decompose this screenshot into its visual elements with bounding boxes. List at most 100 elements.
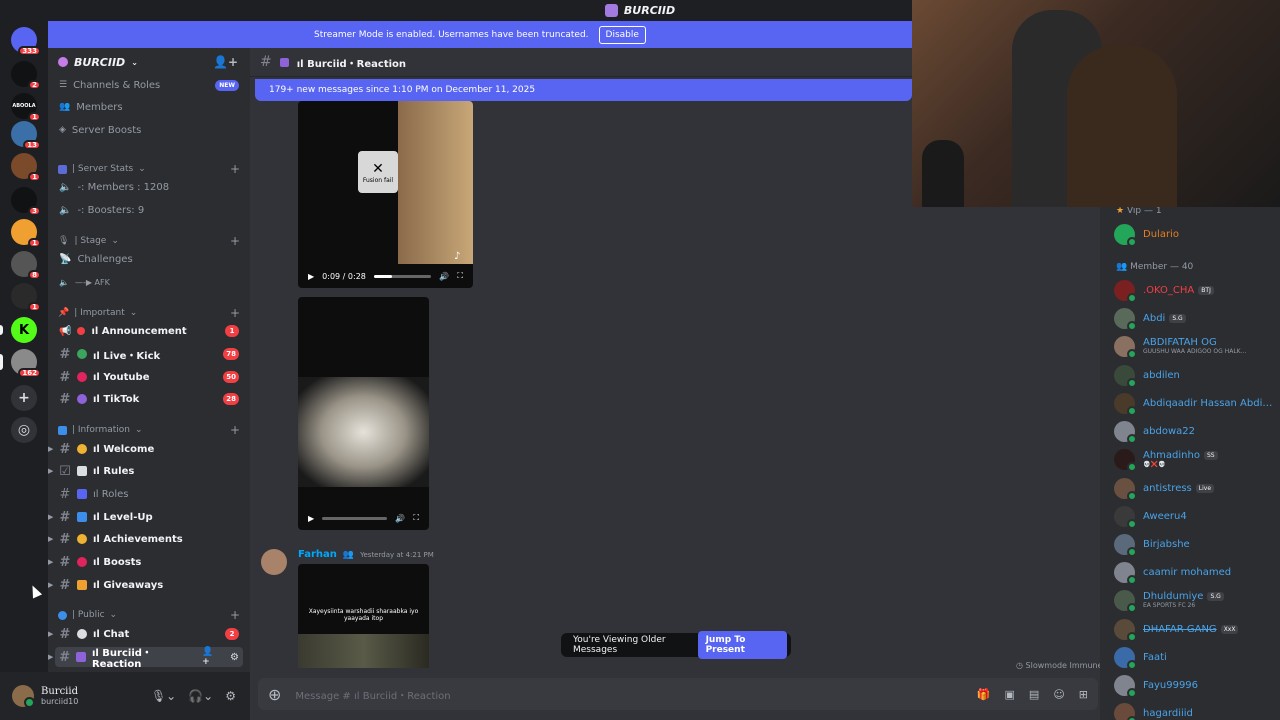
category-stage[interactable]: 🎙 | Stage ⌄ + — [58, 233, 240, 249]
invite-icon[interactable]: 👤+ — [202, 647, 220, 667]
discover-icon[interactable]: ◎ — [11, 417, 37, 443]
video-player[interactable]: Xayeysiinta warshadii sharaabka iyo yaay… — [298, 564, 429, 668]
sticker-icon[interactable]: ▤ — [1029, 688, 1039, 701]
server-icon[interactable]: 8 — [11, 251, 41, 280]
member-item[interactable]: abdowa22 — [1114, 418, 1278, 444]
server-icon[interactable]: 1 — [11, 219, 41, 248]
gift-icon[interactable]: 🎁 — [977, 688, 991, 701]
sidebar-item-server-boosts[interactable]: ◈ Server Boosts — [55, 120, 243, 140]
server-icon[interactable]: 333 — [11, 27, 41, 56]
emoji-icon[interactable]: ☺ — [1053, 688, 1064, 701]
gear-icon[interactable]: ⚙ — [230, 652, 239, 663]
channel-boosts[interactable]: ▶ # ıl Boosts — [48, 552, 243, 572]
member-item[interactable]: Fayu99996 — [1114, 672, 1278, 698]
close-icon[interactable]: ✕ — [372, 161, 384, 177]
jump-to-present-button[interactable]: Jump To Present — [697, 631, 787, 659]
microphone-icon[interactable]: 🎙⌄ — [151, 689, 176, 703]
add-channel-icon[interactable]: + — [230, 162, 240, 176]
server-icon[interactable]: 162 — [11, 349, 41, 378]
member-item[interactable]: abdilen — [1114, 362, 1278, 388]
channel-tiktok[interactable]: # ıl TikTok 28 — [55, 389, 243, 409]
channel-giveaways[interactable]: ▶ # ıl Giveaways — [48, 575, 243, 595]
member-item[interactable]: caamir mohamed — [1114, 559, 1278, 585]
server-icon[interactable]: 13 — [11, 121, 41, 150]
member-name: abdowa22 — [1143, 425, 1195, 437]
avatar[interactable] — [261, 549, 287, 575]
member-item[interactable]: Birjabshe — [1114, 531, 1278, 557]
channel-announcement[interactable]: 📢 ıl Announcement 1 — [55, 321, 243, 341]
fullscreen-icon[interactable]: ⛶ — [457, 271, 463, 281]
channel-label: ıl Rules — [93, 465, 135, 477]
video-player[interactable]: ▶ 🔊 ⛶ — [298, 297, 429, 530]
video-progress[interactable] — [373, 274, 432, 278]
member-item[interactable]: Faati — [1114, 644, 1278, 670]
new-messages-bar[interactable]: 179+ new messages since 1:10 PM on Decem… — [255, 79, 912, 101]
channel-achievements[interactable]: ▶ # ıl Achievements — [48, 529, 243, 549]
speech-bubble-icon — [77, 629, 87, 639]
invite-people-icon[interactable]: 👤+ — [213, 55, 238, 69]
channel-youtube[interactable]: # ıl Youtube 50 — [55, 367, 243, 387]
voice-channel-afk[interactable]: 🔈 —-▶ AFK — [55, 272, 243, 292]
add-channel-icon[interactable]: + — [230, 423, 240, 437]
member-item[interactable]: ABDIFATAH OG GUUSHU WAA ADIGOO OG HALK... — [1114, 333, 1278, 359]
fullscreen-icon[interactable]: ⛶ — [413, 513, 419, 523]
gear-icon[interactable]: ⚙ — [225, 689, 236, 703]
channel-rules[interactable]: ▶ ☑ ıl Rules — [48, 461, 243, 481]
add-server-icon[interactable]: + — [11, 385, 37, 411]
unread-badge: 3 — [28, 206, 41, 216]
video-progress[interactable] — [322, 516, 388, 520]
play-icon[interactable]: ▶ — [308, 272, 314, 281]
category-information[interactable]: | Information ⌄ + — [58, 422, 240, 438]
server-icon[interactable]: ABOOLA 1 — [11, 93, 41, 122]
sidebar-item-channels-roles[interactable]: ☰ Channels & Roles NEW — [55, 75, 243, 95]
server-header[interactable]: BURCIID ⌄ 👤+ — [48, 48, 250, 76]
headphones-icon[interactable]: 🎧⌄ — [188, 689, 213, 703]
server-icon[interactable]: 1 — [11, 153, 41, 182]
member-item[interactable]: hagardiiid — [1114, 700, 1278, 720]
member-name: antistress — [1143, 482, 1192, 494]
server-icon[interactable]: 1 — [11, 283, 41, 312]
channel-level-up[interactable]: ▶ # ıl Level-Up — [48, 507, 243, 527]
category-server-stats[interactable]: | Server Stats ⌄ + — [58, 161, 240, 177]
author-name[interactable]: Farhan — [298, 549, 337, 560]
channel-roles[interactable]: # ıl Roles — [55, 484, 243, 504]
channel-welcome[interactable]: ▶ # ıl Welcome — [48, 439, 243, 459]
channel-chat[interactable]: ▶ # ıl Chat 2 — [48, 624, 243, 644]
server-icon[interactable]: 3 — [11, 187, 41, 216]
video-player[interactable]: ✕ Fusion fail ♪ ▶ 0:09 / 0:28 🔊 ⛶ — [298, 101, 473, 288]
category-important[interactable]: 📌 | Important ⌄ + — [58, 305, 240, 321]
voice-channel-members[interactable]: 🔈 -: Members : 1208 — [55, 177, 243, 197]
add-attachment-icon[interactable]: ⊕ — [268, 685, 281, 704]
message-input[interactable]: Message # ıl Burciid・Reaction — [295, 687, 450, 702]
category-public[interactable]: | Public ⌄ + — [58, 607, 240, 623]
member-item[interactable]: Dulario — [1114, 221, 1278, 247]
user-info[interactable]: Burciid burciid10 — [41, 686, 78, 706]
channel-live-kick[interactable]: # ıl Live・Kick 78 — [55, 344, 243, 364]
volume-icon[interactable]: 🔊 — [439, 272, 449, 281]
gif-icon[interactable]: ▣ — [1005, 688, 1015, 701]
member-item[interactable]: DHAFAR GANG XxX — [1114, 616, 1278, 642]
message-composer[interactable]: ⊕ Message # ıl Burciid・Reaction 🎁 ▣ ▤ ☺ … — [258, 678, 1098, 710]
member-item[interactable]: Ahmadinho SS 💀❌💀 — [1114, 446, 1278, 472]
member-item[interactable]: Aweeru4 — [1114, 503, 1278, 529]
avatar[interactable] — [12, 685, 35, 708]
add-channel-icon[interactable]: + — [230, 608, 240, 622]
volume-icon[interactable]: 🔊 — [395, 514, 405, 523]
server-icon[interactable]: K — [11, 317, 37, 343]
disable-button[interactable]: Disable — [598, 25, 646, 44]
stage-channel-challenges[interactable]: 📡 Challenges — [55, 249, 243, 269]
member-item[interactable]: antistress Live — [1114, 475, 1278, 501]
apps-icon[interactable]: ⊞ — [1079, 688, 1088, 701]
member-item[interactable]: Dhuldumiye S.G EA SPORTS FC 26 — [1114, 587, 1278, 613]
member-item[interactable]: .OKO_CHA BTJ — [1114, 277, 1278, 303]
add-channel-icon[interactable]: + — [230, 306, 240, 320]
server-icon[interactable]: 2 — [11, 61, 41, 90]
play-icon[interactable]: ▶ — [308, 514, 314, 523]
voice-channel-boosters[interactable]: 🔈 -: Boosters: 9 — [55, 200, 243, 220]
sidebar-item-members[interactable]: 👥 Members — [55, 97, 243, 117]
unread-badge: 1 — [28, 238, 41, 248]
member-item[interactable]: Abdiqaadir Hassan Abdiq... — [1114, 390, 1278, 416]
member-item[interactable]: Abdi S.G — [1114, 305, 1278, 331]
add-channel-icon[interactable]: + — [230, 234, 240, 248]
channel-burciid-reaction[interactable]: ▶ # ıl Burciid・Reaction 👤+ ⚙ — [48, 647, 243, 670]
